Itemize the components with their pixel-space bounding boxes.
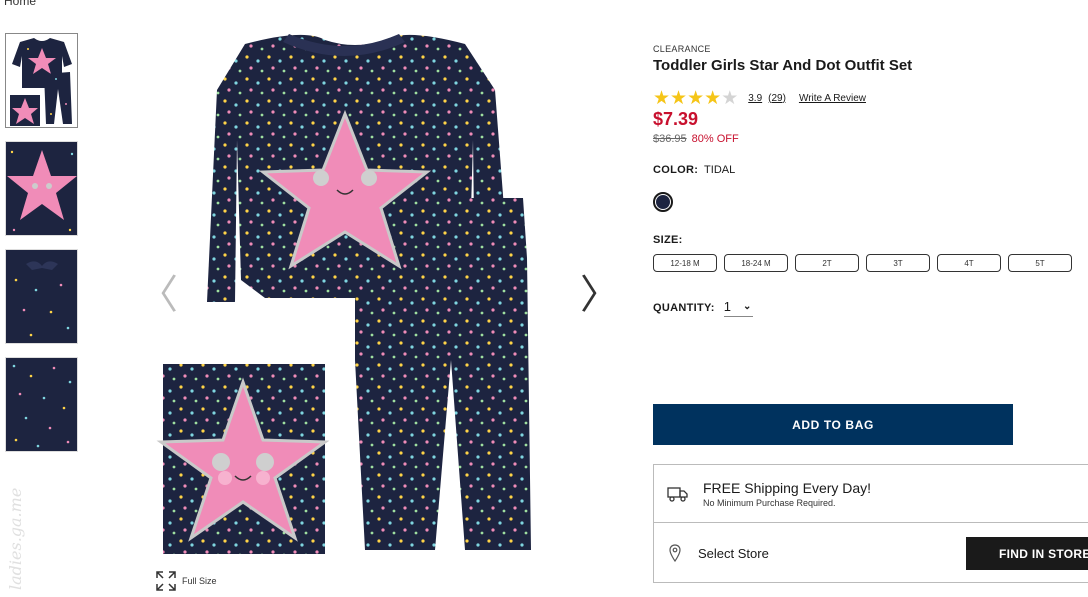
rating-row: ★ ★ ★ ★ ★ 3.9 (29) Write A Review bbox=[653, 87, 1083, 109]
size-option[interactable]: 2T bbox=[795, 254, 859, 272]
find-in-store-button[interactable]: FIND IN STORE bbox=[966, 537, 1088, 570]
fulfillment-box: FREE Shipping Every Day! No Minimum Purc… bbox=[653, 464, 1088, 583]
thumbnail-outfit[interactable] bbox=[5, 33, 78, 128]
chevron-down-icon: ⌄ bbox=[743, 301, 752, 312]
quantity-label: QUANTITY: bbox=[653, 302, 715, 314]
thumbnail-list bbox=[5, 33, 78, 465]
thumbnail-waistband[interactable] bbox=[5, 249, 78, 344]
rating-stars[interactable]: ★ ★ ★ ★ ★ bbox=[653, 87, 739, 109]
product-page: Home ladies.ga.me 〈 〉 Full Size CLEARANC… bbox=[0, 0, 1088, 597]
size-label: SIZE: bbox=[653, 234, 683, 246]
rating-value-link[interactable]: 3.9 bbox=[748, 93, 762, 104]
breadcrumb[interactable]: Home bbox=[4, 0, 36, 8]
product-title: Toddler Girls Star And Dot Outfit Set bbox=[653, 57, 913, 74]
breadcrumb-home[interactable]: Home bbox=[4, 0, 36, 8]
expand-icon bbox=[156, 571, 176, 591]
select-store-row: Select Store FIND IN STORE bbox=[654, 523, 1088, 583]
shipping-subtitle: No Minimum Purchase Required. bbox=[703, 497, 836, 508]
quantity-value: 1 bbox=[723, 299, 732, 314]
add-to-bag-button[interactable]: ADD TO BAG bbox=[653, 404, 1013, 445]
free-shipping-row: FREE Shipping Every Day! No Minimum Purc… bbox=[654, 465, 1088, 523]
select-store-label[interactable]: Select Store bbox=[698, 546, 769, 561]
watermark: ladies.ga.me bbox=[6, 487, 25, 590]
rating-count-link[interactable]: (29) bbox=[768, 93, 786, 104]
full-size-button[interactable]: Full Size bbox=[155, 570, 217, 592]
location-pin-icon bbox=[669, 544, 681, 562]
star-icon: ★ bbox=[704, 87, 722, 109]
star-icon: ★ bbox=[670, 87, 688, 109]
main-product-image[interactable] bbox=[155, 30, 545, 565]
star-empty-icon: ★ bbox=[721, 87, 739, 109]
size-option[interactable]: 4T bbox=[937, 254, 1001, 272]
size-option[interactable]: 3T bbox=[866, 254, 930, 272]
product-info: CLEARANCE Toddler Girls Star And Dot Out… bbox=[653, 44, 1083, 317]
next-image-arrow-icon[interactable]: 〉 bbox=[580, 275, 620, 315]
color-value: TIDAL bbox=[704, 164, 736, 176]
size-option[interactable]: 5T bbox=[1008, 254, 1072, 272]
shipping-text: FREE Shipping Every Day! No Minimum Purc… bbox=[703, 480, 871, 508]
original-price: $36.95 bbox=[653, 133, 687, 145]
full-size-label: Full Size bbox=[182, 576, 217, 586]
price-details: $36.95 80% OFF bbox=[653, 133, 1083, 145]
sale-price: $7.39 bbox=[653, 109, 699, 129]
shipping-title: FREE Shipping Every Day! bbox=[703, 479, 872, 496]
previous-image-arrow-icon[interactable]: 〈 bbox=[138, 275, 178, 315]
truck-icon bbox=[667, 486, 688, 502]
quantity-row: QUANTITY: 1 ⌄ bbox=[653, 299, 1083, 317]
thumbnail-fabric[interactable] bbox=[5, 357, 78, 452]
star-icon: ★ bbox=[653, 87, 671, 109]
quantity-select[interactable]: 1 ⌄ bbox=[723, 299, 754, 317]
write-review-link[interactable]: Write A Review bbox=[799, 93, 866, 104]
size-option[interactable]: 12-18 M bbox=[653, 254, 717, 272]
size-options: 12-18 M 18-24 M 2T 3T 4T 5T bbox=[653, 254, 1083, 272]
star-icon: ★ bbox=[687, 87, 705, 109]
color-label: COLOR: bbox=[653, 164, 699, 176]
thumbnail-star-closeup[interactable] bbox=[5, 141, 78, 236]
discount-label: 80% OFF bbox=[691, 133, 739, 145]
clearance-badge: CLEARANCE bbox=[653, 44, 711, 54]
color-swatch-tidal[interactable] bbox=[653, 192, 673, 212]
color-row: COLOR: TIDAL bbox=[653, 164, 1083, 176]
size-option[interactable]: 18-24 M bbox=[724, 254, 788, 272]
